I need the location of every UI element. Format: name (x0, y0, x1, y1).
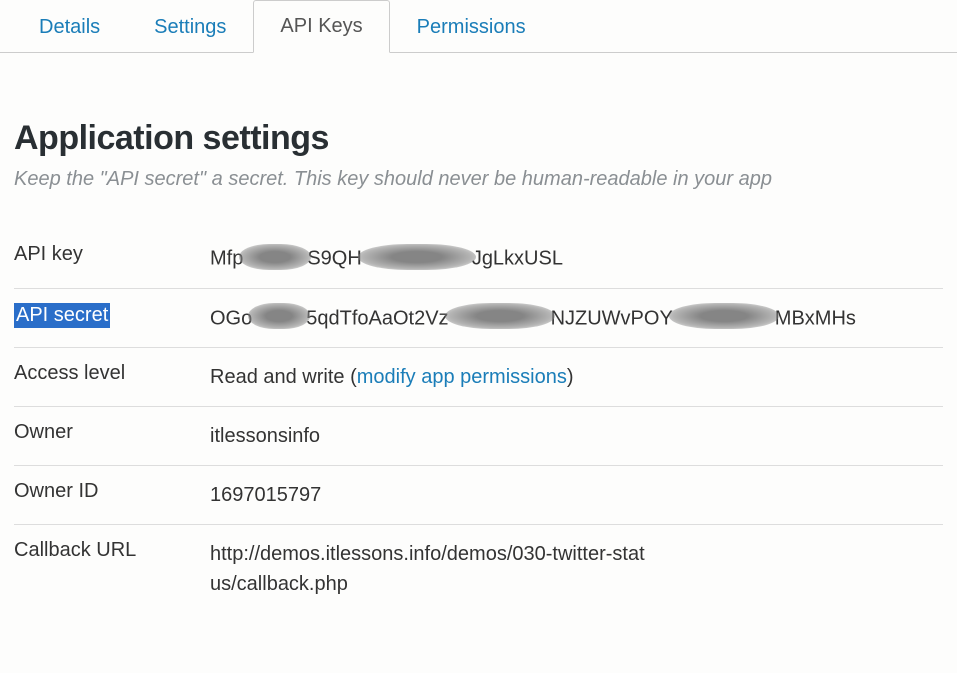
label-callback-url: Callback URL (14, 539, 136, 561)
access-level-paren: ( (350, 366, 357, 388)
content-area: Application settings Keep the "API secre… (0, 53, 957, 613)
label-owner-id: Owner ID (14, 480, 98, 502)
access-level-text: Read and write (210, 366, 345, 388)
row-owner-id: Owner ID 1697015797 (14, 466, 943, 525)
value-api-secret: OGo 5qdTfoAaOt2Vz NJZUWvPOY MBxMHs (210, 303, 943, 334)
redacted-smudge (248, 303, 310, 329)
access-level-paren: ) (567, 366, 574, 388)
settings-table: API key Mfp S9QH JgLkxUSL API secret OGo 5q… (14, 229, 943, 613)
row-access-level: Access level Read and write (modify app … (14, 348, 943, 407)
section-heading: Application settings (14, 119, 943, 158)
redacted-smudge (358, 244, 476, 270)
tab-details[interactable]: Details (12, 1, 127, 53)
label-api-key: API key (14, 243, 83, 265)
api-key-fragment: JgLkxUSL (472, 248, 563, 270)
value-callback-url: http://demos.itlessons.info/demos/030-tw… (210, 539, 650, 599)
value-api-key: Mfp S9QH JgLkxUSL (210, 243, 943, 274)
modify-permissions-link[interactable]: modify app permissions (357, 366, 567, 388)
value-owner-id: 1697015797 (210, 480, 943, 510)
tab-settings[interactable]: Settings (127, 1, 253, 53)
tab-bar: Details Settings API Keys Permissions (0, 0, 957, 53)
value-owner: itlessonsinfo (210, 421, 943, 451)
row-api-key: API key Mfp S9QH JgLkxUSL (14, 229, 943, 289)
section-subtext: Keep the "API secret" a secret. This key… (14, 168, 943, 191)
api-secret-fragment: OGo (210, 307, 252, 329)
api-key-fragment: Mfp (210, 248, 243, 270)
value-access-level: Read and write (modify app permissions) (210, 362, 943, 392)
api-key-fragment: S9QH (307, 248, 361, 270)
redacted-smudge (669, 303, 779, 329)
row-callback-url: Callback URL http://demos.itlessons.info… (14, 525, 943, 613)
redacted-smudge (239, 244, 311, 270)
label-api-secret: API secret (14, 303, 110, 328)
redacted-smudge (445, 303, 555, 329)
label-access-level: Access level (14, 362, 125, 384)
label-owner: Owner (14, 421, 73, 443)
api-secret-fragment: NJZUWvPOY (551, 307, 673, 329)
api-secret-fragment: MBxMHs (775, 307, 856, 329)
tab-api-keys[interactable]: API Keys (253, 0, 389, 53)
row-owner: Owner itlessonsinfo (14, 407, 943, 466)
tab-permissions[interactable]: Permissions (390, 1, 553, 53)
row-api-secret: API secret OGo 5qdTfoAaOt2Vz NJZUWvPOY MBxM… (14, 289, 943, 349)
api-secret-fragment: 5qdTfoAaOt2Vz (306, 307, 448, 329)
